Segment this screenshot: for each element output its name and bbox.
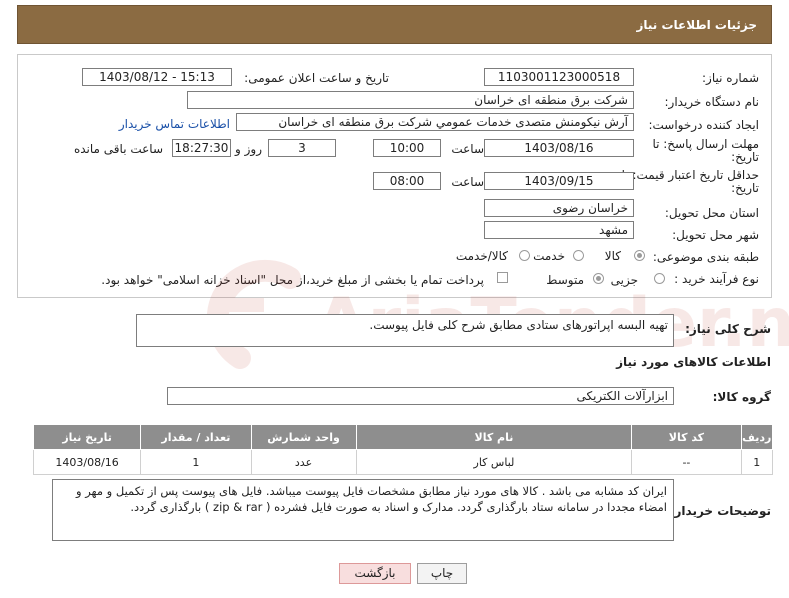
validity-date-label: تاریخ: <box>731 181 759 195</box>
cell-need-date: 1403/08/16 <box>32 449 142 475</box>
table-row[interactable]: 1 -- لباس کار عدد 1 1403/08/16 <box>32 449 774 475</box>
goods-group-field[interactable]: ابزارآلات الکتریکی <box>167 387 674 405</box>
goods-section-title: اطلاعات کالاهای مورد نیاز <box>616 355 771 369</box>
cell-name: لباس کار <box>355 449 633 475</box>
back-button[interactable]: بازگشت <box>339 563 411 584</box>
category-radio-goods-service[interactable] <box>519 250 530 261</box>
process-option-minor: جزیی <box>610 273 638 287</box>
cell-unit: عدد <box>250 449 357 475</box>
deadline-date-field[interactable]: 1403/08/16 <box>484 139 634 157</box>
cell-code: -- <box>631 449 742 475</box>
process-radio-medium[interactable] <box>593 273 604 284</box>
treasury-checkbox[interactable] <box>497 272 508 283</box>
need-number-label: شماره نیاز: <box>702 71 759 85</box>
deadline-time-field[interactable]: 10:00 <box>373 139 441 157</box>
category-option-service: خدمت <box>533 249 565 263</box>
creator-label: ایجاد کننده درخواست: <box>648 118 759 132</box>
col-need-date: تاریخ نیاز <box>32 424 142 450</box>
buyer-contact-link[interactable]: اطلاعات تماس خریدار <box>119 117 230 131</box>
buyer-org-label: نام دستگاه خریدار: <box>664 95 760 109</box>
goods-table: ردیف کد کالا نام کالا واحد شمارش تعداد /… <box>32 424 774 475</box>
col-unit: واحد شمارش <box>250 424 357 450</box>
validity-time-label: ساعت <box>451 175 484 189</box>
print-button[interactable]: چاپ <box>417 563 467 584</box>
col-code: کد کالا <box>631 424 742 450</box>
page-title: جزئیات اطلاعات نیاز <box>636 18 757 32</box>
cell-row: 1 <box>740 449 774 475</box>
remaining-time-field[interactable]: 18:27:30 <box>172 139 231 157</box>
remaining-label: ساعت باقی مانده <box>73 142 163 156</box>
col-name: نام کالا <box>355 424 633 450</box>
deadline-date-label: تاریخ: <box>731 150 759 164</box>
buyer-notes-textarea[interactable]: ایران کد مشابه می باشد . کالا های مورد ن… <box>52 479 674 541</box>
city-label: شهر محل تحویل: <box>672 228 759 242</box>
validity-date-field[interactable]: 1403/09/15 <box>484 172 634 190</box>
category-option-goods: کالا <box>604 249 621 263</box>
process-radio-minor[interactable] <box>654 273 665 284</box>
province-field[interactable]: خراسان رضوی <box>484 199 634 217</box>
buyer-org-field[interactable]: شرکت برق منطقه ای خراسان <box>187 91 634 109</box>
announce-label: تاریخ و ساعت اعلان عمومی: <box>244 71 389 85</box>
buyer-notes-label: توضیحات خریدار: <box>669 504 771 518</box>
col-quantity: تعداد / مقدار <box>140 424 252 450</box>
treasury-note: پرداخت تمام یا بخشی از مبلغ خرید،از محل … <box>101 273 484 287</box>
creator-field[interactable]: آرش نیکومنش متصدی خدمات عمومي شرکت برق م… <box>236 113 634 131</box>
deadline-time-label: ساعت <box>451 142 484 156</box>
category-radio-goods[interactable] <box>634 250 645 261</box>
col-row: ردیف <box>740 424 774 450</box>
category-option-goods-service: کالا/خدمت <box>455 249 508 263</box>
announce-field[interactable]: 1403/08/12 - 15:13 <box>82 68 232 86</box>
description-textarea[interactable]: تهیه البسه اپراتورهای ستادی مطابق شرح کل… <box>136 314 674 347</box>
province-label: استان محل تحویل: <box>664 206 759 220</box>
validity-label: حداقل تاریخ اعتبار قیمت: تا <box>621 168 759 182</box>
cell-quantity: 1 <box>140 449 252 475</box>
days-field[interactable]: 3 <box>268 139 336 157</box>
need-number-field[interactable]: 1103001123000518 <box>484 68 634 86</box>
goods-group-label: گروه کالا: <box>712 390 771 404</box>
days-label: روز و <box>235 142 262 156</box>
page-header: جزئیات اطلاعات نیاز <box>17 5 772 44</box>
process-option-medium: متوسط <box>546 273 584 287</box>
table-header-row: ردیف کد کالا نام کالا واحد شمارش تعداد /… <box>32 424 774 450</box>
deadline-label: مهلت ارسال پاسخ: تا <box>652 137 759 151</box>
category-radio-service[interactable] <box>573 250 584 261</box>
description-label: شرح کلی نیاز: <box>685 322 771 336</box>
validity-time-field[interactable]: 08:00 <box>373 172 441 190</box>
process-label: نوع فرآیند خرید : <box>674 272 759 286</box>
city-field[interactable]: مشهد <box>484 221 634 239</box>
category-label: طبقه بندی موضوعی: <box>652 250 759 264</box>
